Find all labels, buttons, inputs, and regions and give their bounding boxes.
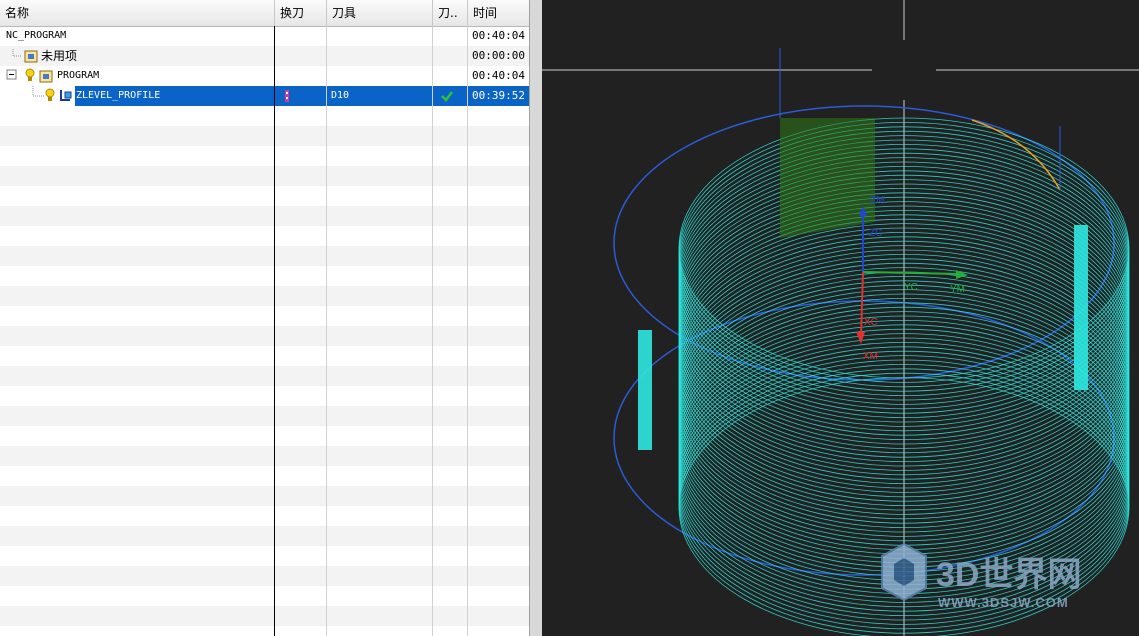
column-header-tool-path[interactable]: 刀.. <box>433 0 468 26</box>
empty-row <box>0 166 529 186</box>
empty-row <box>0 326 529 346</box>
row-name: PROGRAM <box>57 70 100 81</box>
tree-row-program[interactable]: PROGRAM 00:40:04 <box>0 66 529 86</box>
column-divider <box>432 26 433 636</box>
empty-row <box>0 506 529 526</box>
operation-icon <box>60 90 72 101</box>
tree-row-nc-program[interactable]: NC_PROGRAM 00:40:04 <box>0 26 529 46</box>
axis-label-xc: XC <box>864 317 878 328</box>
x-axis-arrow <box>856 332 865 344</box>
column-header-time[interactable]: 时间 <box>468 0 529 26</box>
empty-row <box>0 446 529 466</box>
empty-row <box>0 386 529 406</box>
column-header-tool-change[interactable]: 换刀 <box>275 0 327 26</box>
axis-label-yc: YC <box>904 282 918 293</box>
toolpath-graphics: ZM ZC YC YM XC XM 3D世界网 WWW.3DSJW.COM <box>542 0 1139 636</box>
navigator-header: 名称 换刀 刀具 刀.. 时间 <box>0 0 529 27</box>
navigator-rows: NC_PROGRAM 00:40:04 未用项 00:00:00 PROGRAM… <box>0 26 529 636</box>
tree-connector-icon <box>12 49 22 57</box>
empty-row <box>0 246 529 266</box>
tree-row-zlevel-profile[interactable]: ZLEVEL_PROFILE D10 00:39:52 <box>0 86 529 106</box>
toolpath-wall <box>638 330 652 450</box>
empty-row <box>0 266 529 286</box>
empty-row <box>0 566 529 586</box>
panel-splitter[interactable] <box>530 0 542 636</box>
axis-label-ym: YM <box>950 284 965 295</box>
empty-row <box>0 546 529 566</box>
empty-row <box>0 126 529 146</box>
empty-row <box>0 346 529 366</box>
watermark: 3D世界网 WWW.3DSJW.COM <box>881 542 1081 610</box>
row-time: 00:00:00 <box>472 49 525 62</box>
axis-label-zc: ZC <box>869 228 882 239</box>
empty-row <box>0 486 529 506</box>
empty-row <box>0 366 529 386</box>
collapse-icon[interactable] <box>6 69 18 81</box>
empty-row <box>0 206 529 226</box>
highlighted-region <box>780 118 875 238</box>
row-name: NC_PROGRAM <box>6 30 67 41</box>
empty-row <box>0 526 529 546</box>
operation-navigator: 名称 换刀 刀具 刀.. 时间 NC_PROGRAM 00:40:04 未用项 … <box>0 0 530 636</box>
tree-row-unused-items[interactable]: 未用项 00:00:00 <box>0 46 529 66</box>
empty-row <box>0 306 529 326</box>
column-header-name[interactable]: 名称 <box>0 0 275 26</box>
empty-row <box>0 186 529 206</box>
bulb-icon <box>25 68 35 81</box>
tree-connector-icon <box>32 86 44 97</box>
row-tool: D10 <box>331 90 350 101</box>
program-group-icon <box>24 50 38 63</box>
watermark-brand: 3D世界网 <box>936 556 1081 594</box>
row-time: 00:40:04 <box>472 29 525 42</box>
empty-row <box>0 626 529 636</box>
empty-row <box>0 146 529 166</box>
axis-label-xm: XM <box>863 351 878 362</box>
watermark-url: WWW.3DSJW.COM <box>938 595 1069 610</box>
empty-row <box>0 606 529 626</box>
row-time: 00:39:52 <box>472 89 525 102</box>
row-name: 未用项 <box>41 49 78 63</box>
bulb-icon <box>45 88 55 101</box>
axis-label-zm: ZM <box>870 195 884 206</box>
program-group-icon <box>39 70 53 83</box>
column-divider <box>467 26 468 636</box>
y-axis-arrow <box>956 270 968 279</box>
empty-row <box>0 286 529 306</box>
check-icon <box>441 91 453 102</box>
empty-row <box>0 586 529 606</box>
row-time: 00:40:04 <box>472 69 525 82</box>
empty-row <box>0 106 529 126</box>
x-axis <box>860 271 864 337</box>
y-axis <box>862 271 961 275</box>
column-header-tool[interactable]: 刀具 <box>327 0 433 26</box>
empty-row <box>0 406 529 426</box>
row-name: ZLEVEL_PROFILE <box>76 90 161 101</box>
toolpath-wall <box>1074 225 1088 390</box>
column-divider <box>326 26 327 636</box>
graphics-viewport[interactable]: ZM ZC YC YM XC XM 3D世界网 WWW.3DSJW.COM <box>542 0 1139 636</box>
empty-row <box>0 426 529 446</box>
tool-change-icon <box>285 90 289 102</box>
empty-row <box>0 466 529 486</box>
empty-row <box>0 226 529 246</box>
column-divider <box>274 26 275 636</box>
